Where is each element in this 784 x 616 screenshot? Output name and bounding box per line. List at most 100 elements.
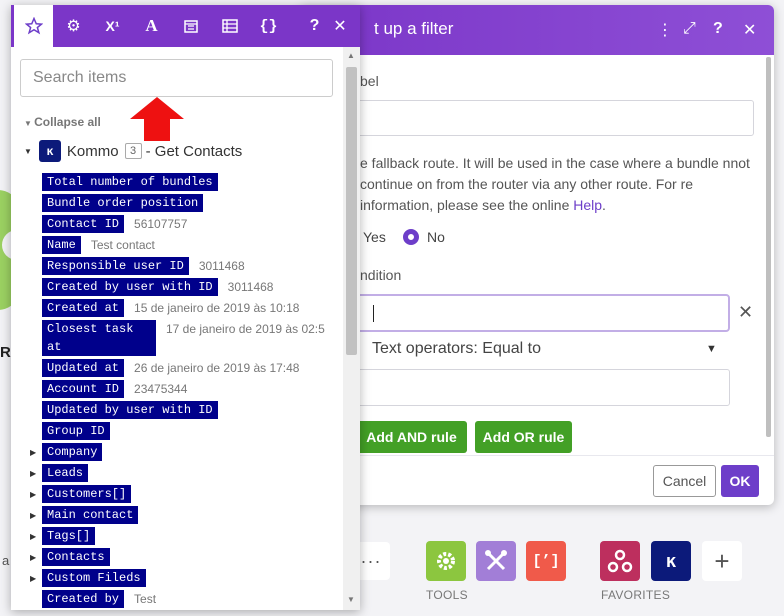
close-icon[interactable]: ✕ (743, 20, 756, 40)
condition-value-input[interactable] (355, 369, 730, 406)
tab-general-functions[interactable]: ⚙ (54, 5, 93, 47)
item-pill[interactable]: Created at (42, 299, 125, 317)
braces-icon: {} (259, 17, 278, 35)
mapping-item[interactable]: Name Test contact (30, 236, 155, 255)
mapping-item[interactable]: Contact ID 56107757 (30, 215, 187, 234)
item-sample-value: 3011468 (227, 280, 274, 294)
kebab-menu-icon[interactable]: ⋮ (657, 20, 673, 40)
chevron-down-icon[interactable]: ▼ (706, 343, 717, 355)
item-pill[interactable]: Leads (42, 464, 89, 482)
chevron-right-icon[interactable]: ▶ (30, 506, 42, 525)
add-and-rule-button[interactable]: Add AND rule (356, 421, 467, 453)
item-pill[interactable]: Customers[] (42, 485, 132, 503)
fallback-route-description: e fallback route. It will be used in the… (360, 155, 750, 213)
mapping-item[interactable]: ▶ Company (30, 443, 103, 462)
mapping-item[interactable]: Bundle order position (30, 194, 204, 213)
item-pill[interactable]: Created by (42, 590, 125, 608)
tab-date-functions[interactable] (171, 5, 210, 47)
fallback-yes-label[interactable]: Yes (363, 229, 386, 245)
scroll-down-arrow[interactable]: ▼ (347, 595, 355, 604)
cancel-button[interactable]: Cancel (653, 465, 716, 497)
item-pill[interactable]: Total number of bundles (42, 173, 218, 191)
module-kommo-get-contacts[interactable]: ▼ ĸ Kommo 3 - Get Contacts (24, 139, 242, 163)
chevron-right-icon[interactable]: ▶ (30, 443, 42, 462)
mapping-item[interactable]: Updated at 26 de janeiro de 2019 às 17:48 (30, 359, 299, 378)
item-sample-value: 23475344 (134, 382, 188, 396)
tab-math-functions[interactable]: X¹ (93, 5, 132, 47)
mapping-item[interactable]: Group ID (30, 422, 110, 441)
help-icon: ? (309, 17, 320, 34)
chevron-right-icon[interactable]: ▶ (30, 527, 42, 546)
scroll-up-arrow[interactable]: ▲ (347, 51, 355, 60)
mapping-item[interactable]: Created by Test (30, 590, 156, 609)
item-pill[interactable]: Bundle order position (42, 194, 204, 212)
kommo-favorite-button[interactable]: ĸ (651, 541, 691, 581)
item-pill[interactable]: Tags[] (42, 527, 96, 545)
mapping-item[interactable]: Updated by user with ID (30, 401, 218, 420)
mapping-item[interactable]: Account ID 23475344 (30, 380, 187, 399)
fallback-no-radio[interactable] (403, 229, 419, 245)
mapping-item[interactable]: Total number of bundles (30, 173, 218, 192)
item-pill[interactable]: Created by user with ID (42, 278, 218, 296)
mapping-item[interactable]: Responsible user ID 3011468 (30, 257, 245, 276)
mapping-item[interactable]: ▶ Contacts (30, 548, 110, 567)
add-favorite-button[interactable]: + (702, 541, 742, 581)
help-icon[interactable]: ? (713, 20, 723, 38)
tools-button[interactable] (476, 541, 516, 581)
search-input[interactable] (20, 59, 333, 97)
tab-text-functions[interactable]: A (132, 5, 171, 47)
panel-close-button[interactable]: ✕ (325, 5, 355, 47)
chevron-right-icon[interactable]: ▶ (30, 569, 42, 588)
item-pill[interactable]: Main contact (42, 506, 139, 524)
item-pill[interactable]: Company (42, 443, 103, 461)
item-pill[interactable]: Updated at (42, 359, 125, 377)
mapping-item[interactable]: ▶ Customers[] (30, 485, 132, 504)
ok-button[interactable]: OK (721, 465, 759, 497)
chevron-right-icon[interactable]: ▶ (30, 485, 42, 504)
flow-control-button[interactable] (426, 541, 466, 581)
chevron-right-icon[interactable]: ▶ (30, 548, 42, 567)
mapping-item[interactable]: Created by user with ID 3011468 (30, 278, 273, 297)
mapping-item[interactable]: ▶ Main contact (30, 506, 139, 525)
expand-icon[interactable]: ⤢ (683, 20, 696, 38)
mapping-item[interactable]: Created at 15 de janeiro de 2019 às 10:18 (30, 299, 299, 318)
webhooks-button[interactable] (600, 541, 640, 581)
text-caret (373, 305, 374, 322)
kommo-icon: ĸ (665, 550, 676, 571)
item-pill[interactable]: Contact ID (42, 215, 125, 233)
panel-scrollbar[interactable]: ▲ ▼ (343, 47, 360, 610)
item-pill[interactable]: Account ID (42, 380, 125, 398)
item-pill[interactable]: Contacts (42, 548, 110, 566)
add-or-rule-button[interactable]: Add OR rule (475, 421, 572, 453)
mapping-item[interactable]: ▶ Tags[] (30, 527, 96, 546)
tab-array-functions[interactable] (210, 5, 249, 47)
item-pill[interactable]: Group ID (42, 422, 110, 440)
item-pill[interactable]: Responsible user ID (42, 257, 189, 275)
dialog-footer-divider (300, 455, 774, 456)
mapping-item[interactable]: ▶ Leads (30, 464, 89, 483)
label-input[interactable] (355, 100, 754, 136)
remove-condition-icon[interactable]: ✕ (738, 302, 753, 323)
mapping-item[interactable]: ▶ Custom Fileds (30, 569, 146, 588)
condition-operand-input[interactable] (355, 294, 730, 332)
text-parser-button[interactable]: [’] (526, 541, 566, 581)
item-pill[interactable]: Name (42, 236, 81, 254)
item-pill[interactable]: Custom Fileds (42, 569, 146, 587)
gear-icon: ⚙ (66, 18, 81, 35)
brackets-icon: [’] (532, 552, 560, 570)
tab-custom-functions[interactable]: {} (249, 5, 288, 47)
mapping-item[interactable]: Closest task at 17 de janeiro de 2019 às … (30, 320, 325, 356)
operator-select[interactable]: Text operators: Equal to (372, 340, 541, 358)
dialog-scrollbar[interactable] (766, 57, 771, 437)
table-icon (221, 19, 238, 33)
superscript-icon: X¹ (105, 18, 120, 34)
label-field-label: bel (360, 73, 379, 89)
panel-scrollbar-thumb[interactable] (346, 67, 357, 355)
help-link[interactable]: Help (573, 197, 602, 213)
item-pill[interactable]: Closest task at (42, 320, 156, 356)
fallback-no-label[interactable]: No (427, 229, 445, 245)
item-pill[interactable]: Updated by user with ID (42, 401, 218, 419)
collapse-all-toggle[interactable]: ▼ Collapse all (24, 115, 101, 129)
tab-favorites[interactable] (14, 5, 53, 47)
chevron-right-icon[interactable]: ▶ (30, 464, 42, 483)
